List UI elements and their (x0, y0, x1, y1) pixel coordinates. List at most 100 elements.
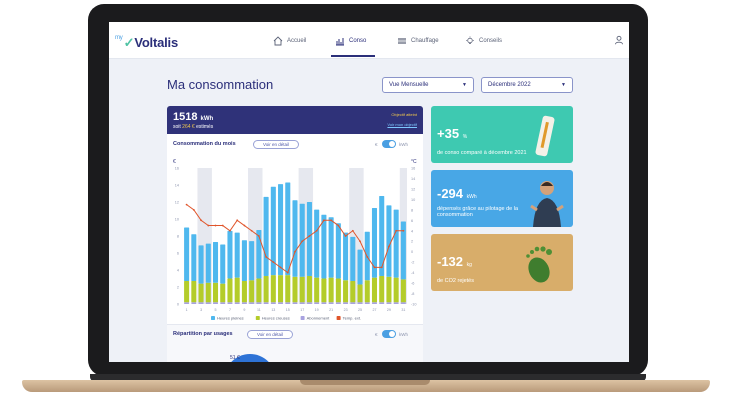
y2-tick-label: 6 (411, 219, 413, 223)
bar-abonnement (357, 302, 363, 304)
estimated-cost: soit 264 € estimés (173, 124, 214, 130)
y2-tick-label: 8 (411, 208, 413, 212)
month-select[interactable]: Décembre 2022 ▼ (481, 77, 573, 93)
usage-detail-button[interactable]: Voir en détail (247, 330, 293, 339)
bar-heures-creuses (191, 281, 197, 303)
x-tick-label: 9 (243, 308, 245, 312)
bar-heures-pleines (234, 232, 240, 278)
temperature-point (236, 219, 239, 222)
y2-tick-label: 14 (411, 177, 415, 181)
bar-heures-pleines (241, 240, 247, 282)
temperature-point (330, 219, 333, 222)
y-tick-label: 12 (175, 201, 179, 205)
bar-heures-creuses (285, 275, 291, 303)
thermometer-icon (535, 115, 555, 157)
nav-item-chauffage[interactable]: Chauffage (397, 36, 439, 46)
bar-heures-creuses (379, 275, 385, 303)
temperature-point (192, 208, 195, 211)
legend-swatch (255, 316, 260, 320)
temperature-point (380, 266, 383, 269)
temperature-point (265, 256, 267, 258)
x-tick-label: 1 (186, 308, 188, 312)
bar-heures-creuses (321, 278, 327, 303)
x-tick-label: 19 (315, 308, 319, 312)
nav-item-conseils[interactable]: Conseils (465, 36, 502, 46)
radiator-icon (398, 38, 406, 44)
consumption-summary-header: 1518 kWh soit 264 € estimés Objectif att… (167, 106, 423, 134)
bar-heures-pleines (328, 217, 334, 278)
bar-abonnement (292, 302, 298, 304)
y2-tick-label: -8 (411, 292, 414, 296)
tile-consumption-comparison[interactable]: +35 % de conso comparé à décembre 2021 (431, 106, 573, 163)
bar-abonnement (328, 302, 334, 304)
y2-tick-label: -2 (411, 261, 414, 265)
bar-heures-creuses (184, 281, 190, 303)
total-consumption: 1518 kWh (173, 111, 214, 123)
bar-heures-creuses (328, 277, 334, 303)
temperature-point (395, 229, 398, 232)
temperature-point (373, 266, 376, 269)
bar-abonnement (285, 302, 291, 304)
page-title: Ma consommation (167, 77, 274, 92)
y2-axis-unit-label: °C (411, 159, 417, 165)
temperature-point (214, 224, 217, 227)
x-tick-label: 29 (387, 308, 391, 312)
chevron-down-icon: ▼ (561, 82, 566, 88)
temperature-point (366, 256, 369, 258)
bar-abonnement (256, 302, 262, 304)
monthly-consumption-card: Consommation du mois Voir en détail € kW… (167, 134, 423, 324)
app-screen: my✓Voltalis Accueil Conso Chauffage Cons… (109, 22, 629, 362)
bar-heures-pleines (198, 245, 204, 284)
temperature-point (294, 250, 296, 253)
bar-abonnement (270, 302, 276, 304)
temperature-point (221, 224, 224, 227)
bar-abonnement (343, 302, 349, 304)
top-navbar: my✓Voltalis Accueil Conso Chauffage Cons… (109, 22, 629, 59)
green-footprint-icon (526, 246, 552, 283)
nav-item-label: Conso (349, 38, 367, 44)
bar-heures-pleines (263, 196, 269, 276)
bar-heures-creuses (357, 284, 363, 303)
y-tick-label: 8 (177, 235, 179, 239)
bar-heures-pleines (343, 232, 349, 281)
bar-abonnement (191, 302, 197, 304)
temperature-point (250, 229, 253, 232)
consumption-chart-icon (336, 38, 344, 46)
bar-abonnement (321, 302, 327, 304)
bar-heures-pleines (321, 214, 327, 279)
bar-abonnement (184, 302, 190, 304)
y2-tick-label: 16 (411, 167, 415, 171)
tile-co2-reduction[interactable]: -132 kg de CO2 rejetés (431, 234, 573, 291)
tile-energy-saved[interactable]: -294 kWh dépensés grâce au pilotage de l… (431, 170, 573, 227)
bar-heures-creuses (299, 276, 305, 303)
user-account-icon[interactable] (614, 35, 624, 45)
nav-item-conso[interactable]: Conso (335, 36, 366, 46)
temperature-point (207, 224, 210, 227)
bar-abonnement (306, 302, 312, 304)
person-relaxing-icon (530, 181, 564, 227)
nav-item-accueil[interactable]: Accueil (273, 36, 306, 46)
legend-swatch (336, 316, 341, 320)
bar-heures-creuses (306, 275, 312, 303)
bar-heures-pleines (227, 230, 233, 279)
bar-abonnement (227, 302, 233, 304)
temperature-point (257, 235, 260, 237)
y-axis-unit-label: € (173, 159, 176, 165)
active-tab-indicator (331, 55, 375, 57)
view-mode-select[interactable]: Vue Mensuelle ▼ (382, 77, 474, 93)
bar-heures-pleines (205, 243, 211, 283)
brand-logo[interactable]: my✓Voltalis (115, 35, 178, 51)
bar-heures-creuses (292, 276, 298, 303)
y2-tick-label: -10 (411, 303, 417, 307)
bar-heures-creuses (198, 283, 204, 303)
chevron-down-icon: ▼ (462, 82, 467, 88)
usage-unit-toggle[interactable] (382, 330, 396, 338)
bar-heures-pleines (393, 209, 399, 278)
temperature-point (323, 219, 325, 222)
y2-tick-label: 0 (411, 250, 413, 254)
y2-tick-label: 4 (411, 229, 413, 233)
bar-heures-pleines (220, 244, 226, 284)
temperature-point (359, 240, 361, 243)
objective-link[interactable]: Voir mon objectif (387, 122, 417, 127)
bar-heures-creuses (335, 278, 341, 303)
